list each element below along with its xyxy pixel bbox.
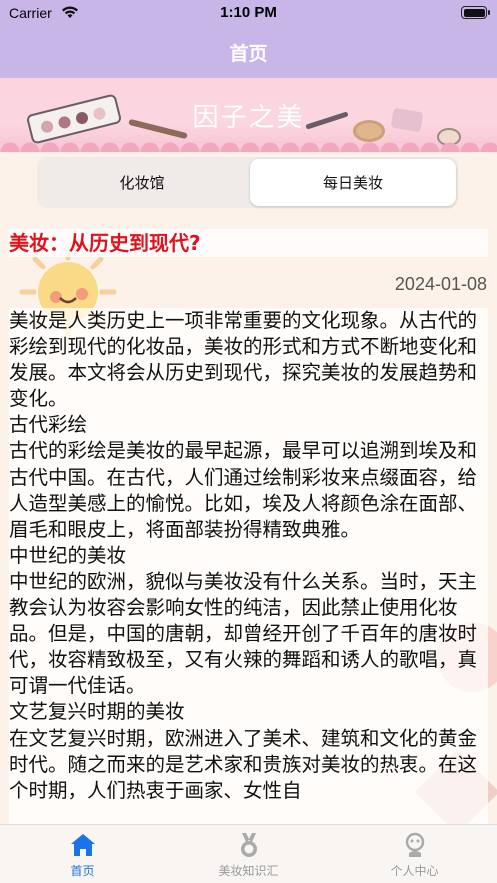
status-time: 1:10 PM [220, 4, 277, 21]
tab-knowledge[interactable]: 美妆知识汇 [166, 831, 331, 879]
page-title: 首页 [229, 43, 268, 65]
segment-daily-makeup[interactable]: 每日美妆 [250, 159, 456, 206]
navigation-bar: 首页 [0, 26, 497, 78]
tab-profile-label: 个人中心 [390, 864, 439, 878]
banner-title: 因子之美 [192, 103, 305, 133]
tab-home-label: 首页 [70, 864, 95, 878]
article-title: 美妆：从历史到现代? [9, 229, 488, 257]
person-icon [405, 832, 424, 857]
content-area[interactable]: 化妆馆 每日美妆 美妆：从历史到现代? 2024-01-08 美妆是人类历史上一… [0, 152, 497, 824]
segmented-control: 化妆馆 每日美妆 [37, 157, 458, 208]
tab-bar: 首页 美妆知识汇 个人中心 [0, 824, 497, 883]
tab-home[interactable]: 首页 [0, 831, 165, 879]
banner-scallop-border [0, 138, 497, 152]
home-icon [70, 834, 95, 856]
tab-profile[interactable]: 个人中心 [332, 831, 497, 879]
banner: 因子之美 [0, 78, 497, 152]
tab-knowledge-label: 美妆知识汇 [218, 864, 279, 878]
battery-icon [461, 6, 490, 19]
medal-icon [240, 833, 257, 857]
status-bar: Carrier 1:10 PM [0, 0, 497, 26]
article-date: 2024-01-08 [394, 274, 487, 294]
segment-makeup-hall[interactable]: 化妆馆 [39, 159, 245, 206]
article-body: 美妆是人类历史上一项非常重要的文化现象。从古代的彩绘到现代的化妆品，美妆的形式和… [9, 308, 488, 824]
